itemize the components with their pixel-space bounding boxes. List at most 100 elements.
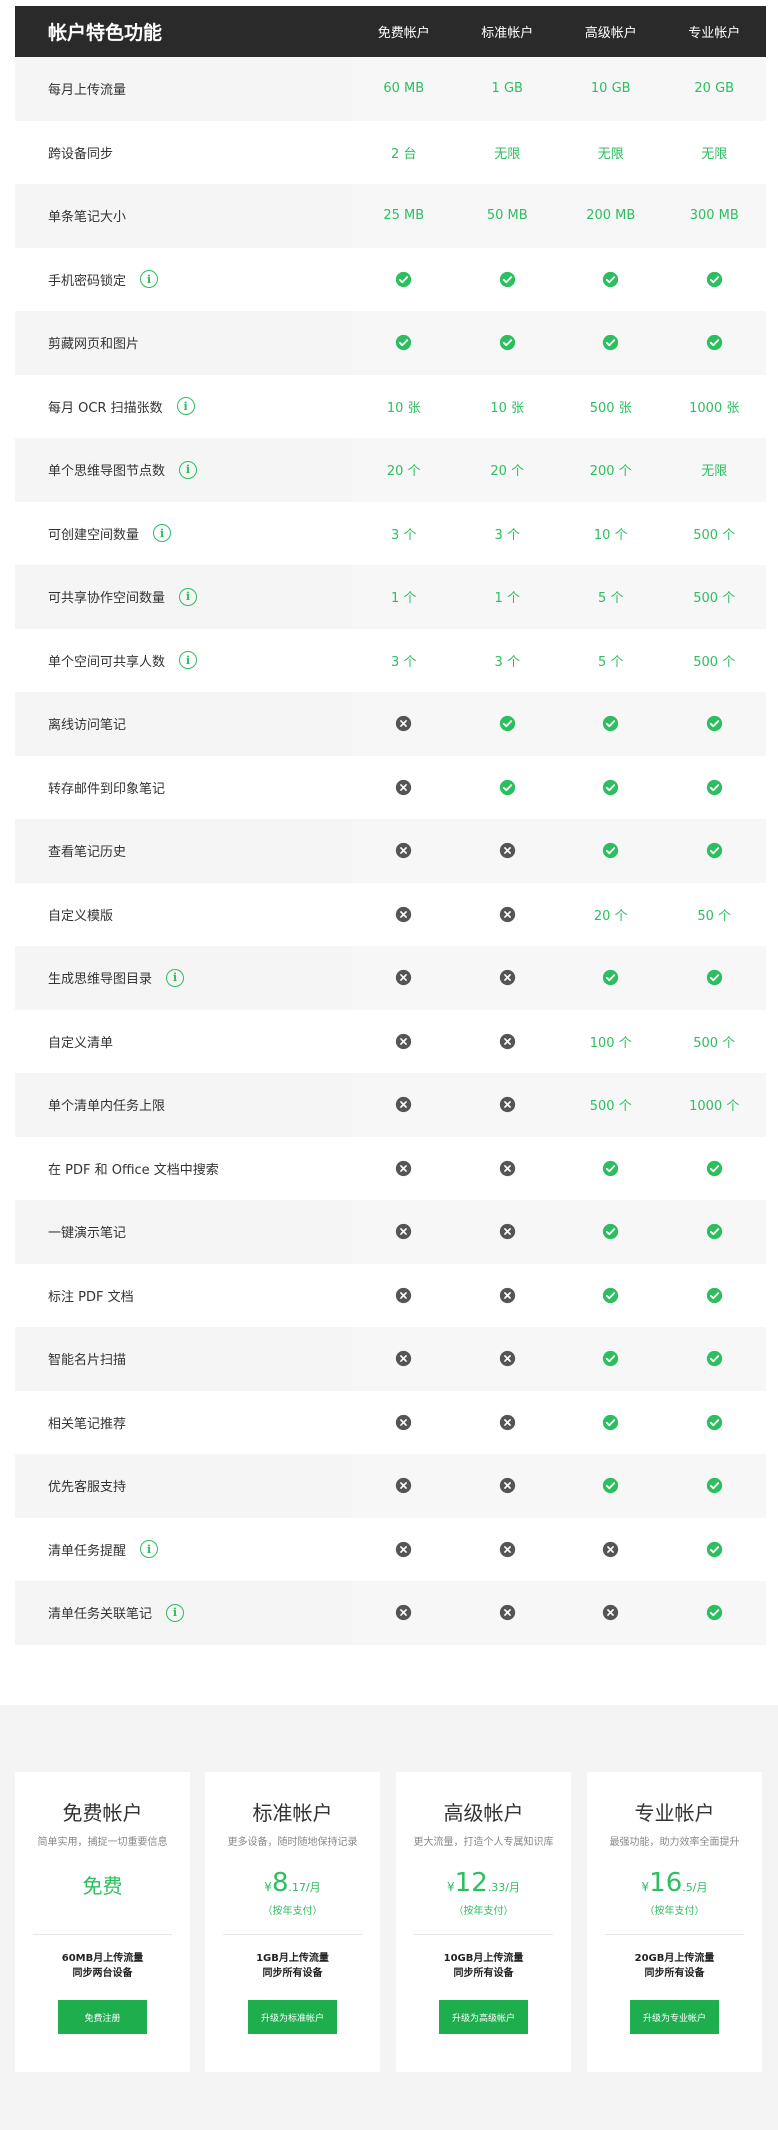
info-icon[interactable]: i <box>140 270 159 289</box>
plan-values: 1 个 1 个 5 个 500 个 <box>352 565 766 629</box>
cross-circle-icon <box>352 1391 456 1455</box>
feature-label: 在 PDF 和 Office 文档中搜索 <box>48 1162 219 1178</box>
value-cell: 5 个 <box>598 591 624 607</box>
feature-cell: 清单任务关联笔记 i <box>15 1581 352 1645</box>
info-icon[interactable]: i <box>179 651 198 670</box>
feature-cell: 可创建空间数量 i <box>15 502 352 566</box>
cross-circle-icon <box>352 1454 456 1518</box>
feature-label: 清单任务关联笔记 <box>48 1607 153 1623</box>
feature-label: 手机密码锁定 <box>48 273 127 289</box>
table-row: 生成思维导图目录 i <box>15 946 766 1010</box>
info-icon[interactable]: i <box>166 968 185 987</box>
plan-feature: 同步所有设备 <box>453 1968 514 1979</box>
plan-action-button[interactable]: 升级为专业帐户 <box>630 2000 719 2034</box>
value-cell: 1 个 <box>391 591 417 607</box>
plan-description: 更多设备，随时随地保持记录 <box>227 1837 358 1848</box>
feature-cell: 查看笔记历史 <box>15 819 352 883</box>
check-circle-icon <box>559 1327 663 1391</box>
check-circle-icon <box>559 1391 663 1455</box>
divider <box>33 1934 172 1935</box>
feature-label: 离线访问笔记 <box>48 718 127 734</box>
info-icon[interactable]: i <box>179 587 198 606</box>
info-icon[interactable]: i <box>153 524 172 543</box>
value-cell: 500 个 <box>693 654 736 670</box>
value-cell: 3 个 <box>494 527 520 543</box>
check-circle-icon <box>663 1581 767 1645</box>
value-cell: 无限 <box>494 146 521 162</box>
feature-label: 剪藏网页和图片 <box>48 337 140 353</box>
cross-circle-icon <box>456 1327 560 1391</box>
check-circle-icon <box>352 311 456 375</box>
check-circle-icon <box>663 692 767 756</box>
value-cell: 500 个 <box>693 1035 736 1051</box>
plan-values <box>352 946 766 1010</box>
feature-label: 智能名片扫描 <box>48 1353 127 1369</box>
info-icon[interactable]: i <box>176 397 195 416</box>
info-icon[interactable]: i <box>140 1540 159 1559</box>
feature-label: 可共享协作空间数量 <box>48 591 166 607</box>
plan-card: 免费帐户 简单实用，捕捉一切重要信息 免费 60MB月上传流量 同步两台设备 免费注册 <box>15 1772 190 2072</box>
plan-feature: 1GB月上传流量 <box>256 1953 329 1964</box>
check-circle-icon <box>663 819 767 883</box>
value-cell: 无限 <box>701 146 728 162</box>
value-cell: 1000 张 <box>689 400 740 416</box>
feature-cell: 标注 PDF 文档 <box>15 1264 352 1328</box>
plan-action-button[interactable]: 免费注册 <box>58 2000 147 2034</box>
feature-cell: 自定义清单 <box>15 1010 352 1074</box>
cross-circle-icon <box>456 1137 560 1201</box>
feature-cell: 单个清单内任务上限 <box>15 1073 352 1137</box>
cross-circle-icon <box>352 692 456 756</box>
value-cell: 200 MB <box>586 208 636 224</box>
plan-values: 25 MB 50 MB 200 MB 300 MB <box>352 184 766 248</box>
feature-cell: 离线访问笔记 <box>15 692 352 756</box>
feature-label: 标注 PDF 文档 <box>48 1289 134 1305</box>
plan-values: 100 个 500 个 <box>352 1010 766 1074</box>
plan-description: 简单实用，捕捉一切重要信息 <box>37 1837 168 1848</box>
cross-circle-icon <box>352 756 456 820</box>
cross-circle-icon <box>456 1581 560 1645</box>
table-row: 清单任务关联笔记 i <box>15 1581 766 1645</box>
plan-price: ¥16.5/月 <box>587 1870 762 1896</box>
info-icon[interactable]: i <box>179 460 198 479</box>
table-row: 每月 OCR 扫描张数 i 10 张 10 张 500 张 1000 张 <box>15 375 766 439</box>
feature-label: 相关笔记推荐 <box>48 1416 127 1432</box>
check-circle-icon <box>559 1264 663 1328</box>
table-row: 查看笔记历史 <box>15 819 766 883</box>
feature-label: 转存邮件到印象笔记 <box>48 781 166 797</box>
plan-action-button[interactable]: 升级为高级帐户 <box>439 2000 528 2034</box>
value-cell: 20 个 <box>593 908 628 924</box>
plan-name: 专业帐户 <box>634 1801 715 1825</box>
plan-values <box>352 1200 766 1264</box>
value-cell: 5 个 <box>598 654 624 670</box>
price-decimal: .33/月 <box>487 1881 520 1894</box>
cross-circle-icon <box>456 1391 560 1455</box>
divider <box>605 1934 744 1935</box>
cross-circle-icon <box>352 1264 456 1328</box>
cross-circle-icon <box>352 1327 456 1391</box>
check-circle-icon <box>663 946 767 1010</box>
feature-cell: 在 PDF 和 Office 文档中搜索 <box>15 1137 352 1201</box>
cross-circle-icon <box>456 1010 560 1074</box>
plan-price: ¥12.33/月 <box>396 1870 571 1896</box>
info-icon[interactable]: i <box>166 1603 185 1622</box>
cross-circle-icon <box>456 1073 560 1137</box>
feature-label: 优先客服支持 <box>48 1480 127 1496</box>
plan-action-button[interactable]: 升级为标准帐户 <box>248 2000 337 2034</box>
feature-cell: 优先客服支持 <box>15 1454 352 1518</box>
check-circle-icon <box>559 819 663 883</box>
check-circle-icon <box>559 756 663 820</box>
price-integer: 12 <box>454 1868 488 1898</box>
plan-values: 60 MB 1 GB 10 GB 20 GB <box>352 57 766 121</box>
column-header-standard: 标准帐户 <box>481 26 534 41</box>
table-row: 相关笔记推荐 <box>15 1391 766 1455</box>
check-circle-icon <box>663 1391 767 1455</box>
feature-cell: 转存邮件到印象笔记 <box>15 756 352 820</box>
cross-circle-icon <box>352 1010 456 1074</box>
feature-label: 单个思维导图节点数 <box>48 464 166 480</box>
plan-values: 500 个 1000 个 <box>352 1073 766 1137</box>
cross-circle-icon <box>456 1200 560 1264</box>
value-cell: 10 个 <box>593 527 628 543</box>
value-cell: 20 GB <box>694 81 735 97</box>
feature-label: 每月 OCR 扫描张数 <box>48 400 163 416</box>
table-row: 剪藏网页和图片 <box>15 311 766 375</box>
